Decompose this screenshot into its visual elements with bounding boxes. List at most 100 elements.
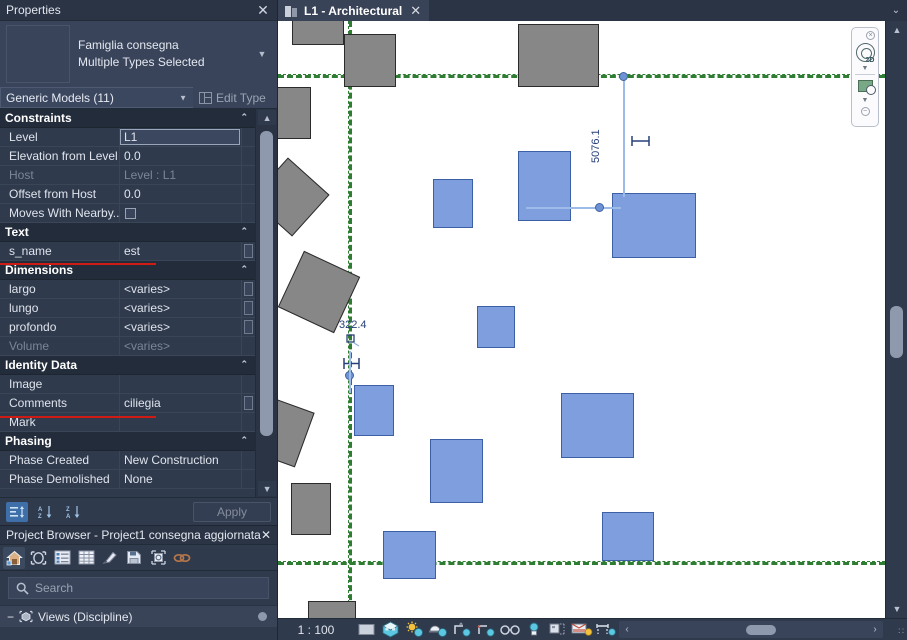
property-action-cell[interactable] <box>241 394 255 412</box>
property-row[interactable]: Offset from Host 0.0 <box>0 185 256 204</box>
property-row[interactable]: largo <varies> <box>0 280 256 299</box>
property-group-header[interactable]: Constraints ⌃ <box>0 109 256 128</box>
parameter-associate-button[interactable] <box>244 320 254 334</box>
property-row[interactable]: Mark <box>0 413 256 432</box>
property-value[interactable]: 0.0 <box>120 185 241 203</box>
property-value[interactable]: L1 <box>120 129 241 145</box>
collapse-chevron-icon[interactable]: ⌃ <box>241 359 248 370</box>
render-crop-icon[interactable] <box>450 620 474 640</box>
group-order-button[interactable] <box>6 501 28 522</box>
render-icon[interactable] <box>99 547 121 569</box>
property-row[interactable]: Level L1 <box>0 128 256 147</box>
parameter-associate-button[interactable] <box>244 244 254 258</box>
sort-ascending-button[interactable]: A Z <box>34 502 56 522</box>
crop-region-icon[interactable] <box>474 620 498 640</box>
properties-close-button[interactable]: ✕ <box>255 2 271 18</box>
zoom-icon[interactable] <box>857 80 876 95</box>
property-value[interactable] <box>120 413 241 431</box>
chevron-down-icon[interactable]: ▼ <box>253 26 271 82</box>
view-scale-label[interactable]: 1 : 100 <box>278 623 354 637</box>
type-selector-dropdown[interactable]: Generic Models (11) ▼ <box>0 87 193 108</box>
property-row[interactable]: Moves With Nearby... <box>0 204 256 223</box>
dimension-small-grip-icon[interactable] <box>344 333 360 347</box>
link-icon[interactable] <box>171 547 193 569</box>
property-row[interactable]: lungo <varies> <box>0 299 256 318</box>
property-row[interactable]: Phase Created New Construction <box>0 451 256 470</box>
scroll-right-icon[interactable]: › <box>867 624 883 635</box>
property-group-header[interactable]: Phasing ⌃ <box>0 432 256 451</box>
property-row[interactable]: Host Level : L1 <box>0 166 256 185</box>
property-value[interactable]: New Construction <box>120 451 241 469</box>
selected-element[interactable] <box>354 385 394 436</box>
property-row[interactable]: Elevation from Level 0.0 <box>0 147 256 166</box>
chevron-down-icon[interactable]: ▼ <box>862 65 869 72</box>
canvas-vertical-scrollbar[interactable]: ▲ ▼ <box>885 21 907 618</box>
property-row[interactable]: Comments ciliegia <box>0 394 256 413</box>
scroll-down-icon[interactable]: ▼ <box>258 481 277 496</box>
drawing-canvas[interactable]: 5076.1 322.4 × 2D ▼ ▼ − <box>278 21 885 618</box>
selected-element[interactable] <box>561 393 634 458</box>
properties-scrollbar[interactable]: ▲ ▼ <box>255 109 277 497</box>
property-row[interactable]: Phase Demolished None <box>0 470 256 489</box>
scope-box-icon[interactable] <box>27 547 49 569</box>
window-menu-icon[interactable]: ⌄ <box>885 0 907 21</box>
property-value[interactable] <box>120 375 241 393</box>
property-value[interactable]: <varies> <box>120 280 241 298</box>
parameter-associate-button[interactable] <box>244 282 254 296</box>
property-value[interactable]: <varies> <box>120 318 241 336</box>
scroll-left-icon[interactable]: ‹ <box>619 624 635 635</box>
property-value[interactable]: ciliegia <box>120 394 241 412</box>
schedule-list-icon[interactable] <box>51 547 73 569</box>
property-action-cell[interactable] <box>241 299 255 317</box>
reveal-hidden-icon[interactable] <box>522 620 546 640</box>
gray-element[interactable] <box>292 21 344 45</box>
collapse-chevron-icon[interactable]: ⌃ <box>241 435 248 446</box>
property-value[interactable]: <varies> <box>120 337 241 355</box>
project-browser-close-button[interactable]: ✕ <box>261 528 271 542</box>
selected-element[interactable] <box>612 193 696 258</box>
scroll-down-icon[interactable]: ▼ <box>888 600 906 618</box>
checkbox[interactable] <box>125 207 136 219</box>
property-row[interactable]: profondo <varies> <box>0 318 256 337</box>
temporary-hide-icon[interactable] <box>546 620 570 640</box>
search-input[interactable]: Search <box>8 577 269 599</box>
scroll-up-icon[interactable]: ▲ <box>258 110 277 125</box>
selected-element[interactable] <box>433 179 473 228</box>
property-row[interactable]: Volume <varies> <box>0 337 256 356</box>
apply-button[interactable]: Apply <box>193 501 271 522</box>
property-action-cell[interactable] <box>241 242 255 260</box>
visual-style-icon[interactable] <box>378 620 402 640</box>
tree-item-views-discipline[interactable]: − Views (Discipline) <box>0 605 277 627</box>
gray-element[interactable] <box>308 601 356 618</box>
image-icon[interactable] <box>147 547 169 569</box>
dimension-grip-top[interactable] <box>619 72 628 81</box>
canvas-scrollbar-thumb[interactable] <box>890 306 903 358</box>
navigation-bar[interactable]: × 2D ▼ ▼ − <box>851 27 879 127</box>
chevron-down-icon[interactable]: ▼ <box>862 97 869 104</box>
selected-element[interactable] <box>518 151 571 221</box>
gray-element[interactable] <box>344 34 396 87</box>
gray-element[interactable] <box>518 24 599 87</box>
selected-element[interactable] <box>602 512 654 561</box>
properties-scrollbar-thumb[interactable] <box>260 131 274 436</box>
steering-wheel-icon[interactable] <box>855 43 875 62</box>
edit-type-button[interactable]: Edit Type <box>193 87 277 108</box>
tree-expander-icon[interactable]: − <box>7 610 14 624</box>
navbar-minimize-icon[interactable]: − <box>860 107 870 116</box>
horizontal-scrollbar[interactable]: ‹ › <box>619 621 883 638</box>
property-group-header[interactable]: Text ⌃ <box>0 223 256 242</box>
tab-close-icon[interactable]: ✕ <box>410 3 421 19</box>
property-action-cell[interactable] <box>241 280 255 298</box>
property-group-header[interactable]: Dimensions ⌃ <box>0 261 256 280</box>
selected-element[interactable] <box>430 439 483 503</box>
sun-path-icon[interactable] <box>402 620 426 640</box>
gray-element[interactable] <box>291 483 331 535</box>
table-icon[interactable] <box>75 547 97 569</box>
dimension-grip-mid[interactable] <box>595 203 604 212</box>
glasses-3d-icon[interactable] <box>498 620 522 640</box>
scroll-up-icon[interactable]: ▲ <box>888 21 906 39</box>
tab-l1-architectural[interactable]: L1 - Architectural ✕ <box>278 0 430 21</box>
property-value[interactable]: Level : L1 <box>120 166 241 184</box>
property-row[interactable]: Image <box>0 375 256 394</box>
gray-element-rotated[interactable] <box>278 398 315 468</box>
